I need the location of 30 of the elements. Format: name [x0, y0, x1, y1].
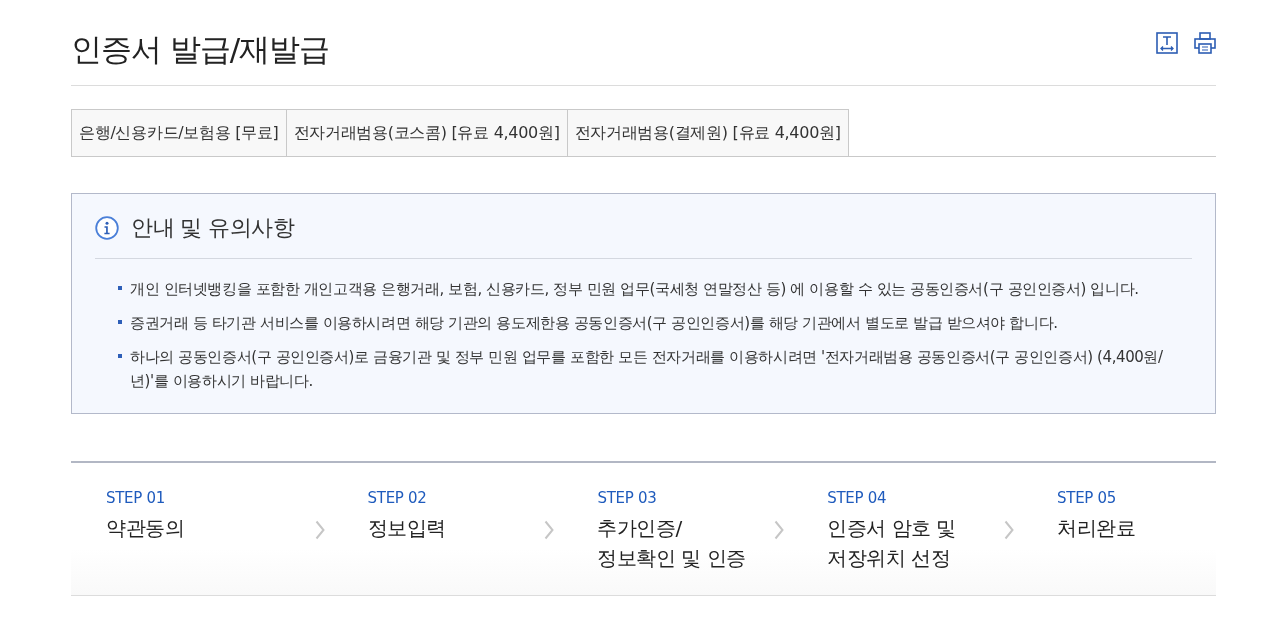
step-label: STEP 01: [106, 488, 166, 509]
tab[interactable]: 은행/신용카드/보험용 [무료]: [71, 109, 287, 156]
printer-icon: [1194, 32, 1216, 54]
step-name: 추가인증/ 정보확인 및 인증: [597, 515, 747, 572]
info-icon: [95, 216, 119, 240]
bullet-icon: [118, 354, 122, 358]
notice-title: 안내 및 유의사항: [131, 214, 295, 242]
bullet-icon: [118, 320, 122, 324]
step-name: 약관동의: [106, 515, 185, 542]
page-title: 인증서 발급/재발급: [71, 30, 330, 69]
text-size-icon: [1156, 32, 1178, 54]
text-size-button[interactable]: [1156, 32, 1178, 54]
step-label: STEP 02: [367, 488, 428, 509]
step-label: STEP 04: [827, 488, 888, 509]
print-button[interactable]: [1194, 32, 1216, 54]
notice-text: 하나의 공동인증서(구 공인인증서)로 금융기관 및 정부 민원 업무를 포함한 모든 전자거래를 이용하시려면 '전자거래범용 공동인증서(구 공인인증서) (4,400원/년)'를 이용하시기 바랍니다.: [130, 347, 1164, 392]
chevron-right-icon: [544, 520, 555, 540]
notice-text: 개인 인터넷뱅킹을 포함한 개인고객용 은행거래, 보험, 신용카드, 정부 민원 업무(국세청 연말정산 등) 에 이용할 수 있는 공동인증서(구 공인인증서) 입니다.: [130, 279, 1139, 300]
bullet-icon: [118, 286, 122, 290]
tab[interactable]: 전자거래범용(결제원) [유료 4,400원]: [566, 109, 849, 156]
chevron-right-icon: [314, 520, 325, 540]
tab[interactable]: 전자거래범용(코스콤) [유료 4,400원]: [285, 109, 568, 156]
step-name: 처리완료: [1057, 515, 1137, 542]
step-label: STEP 05: [1057, 488, 1117, 509]
step-label: STEP 03: [597, 488, 658, 509]
step-name: 정보입력: [367, 515, 447, 542]
notice-text: 증권거래 등 타기관 서비스를 이용하시려면 해당 기관의 용도제한용 공동인증서(구 공인인증서)를 해당 기관에서 별도로 발급 받으셔야 합니다.: [130, 313, 1058, 334]
chevron-right-icon: [774, 520, 785, 540]
step-name: 인증서 암호 및 저장위치 선정: [827, 515, 957, 572]
chevron-right-icon: [1004, 520, 1015, 540]
